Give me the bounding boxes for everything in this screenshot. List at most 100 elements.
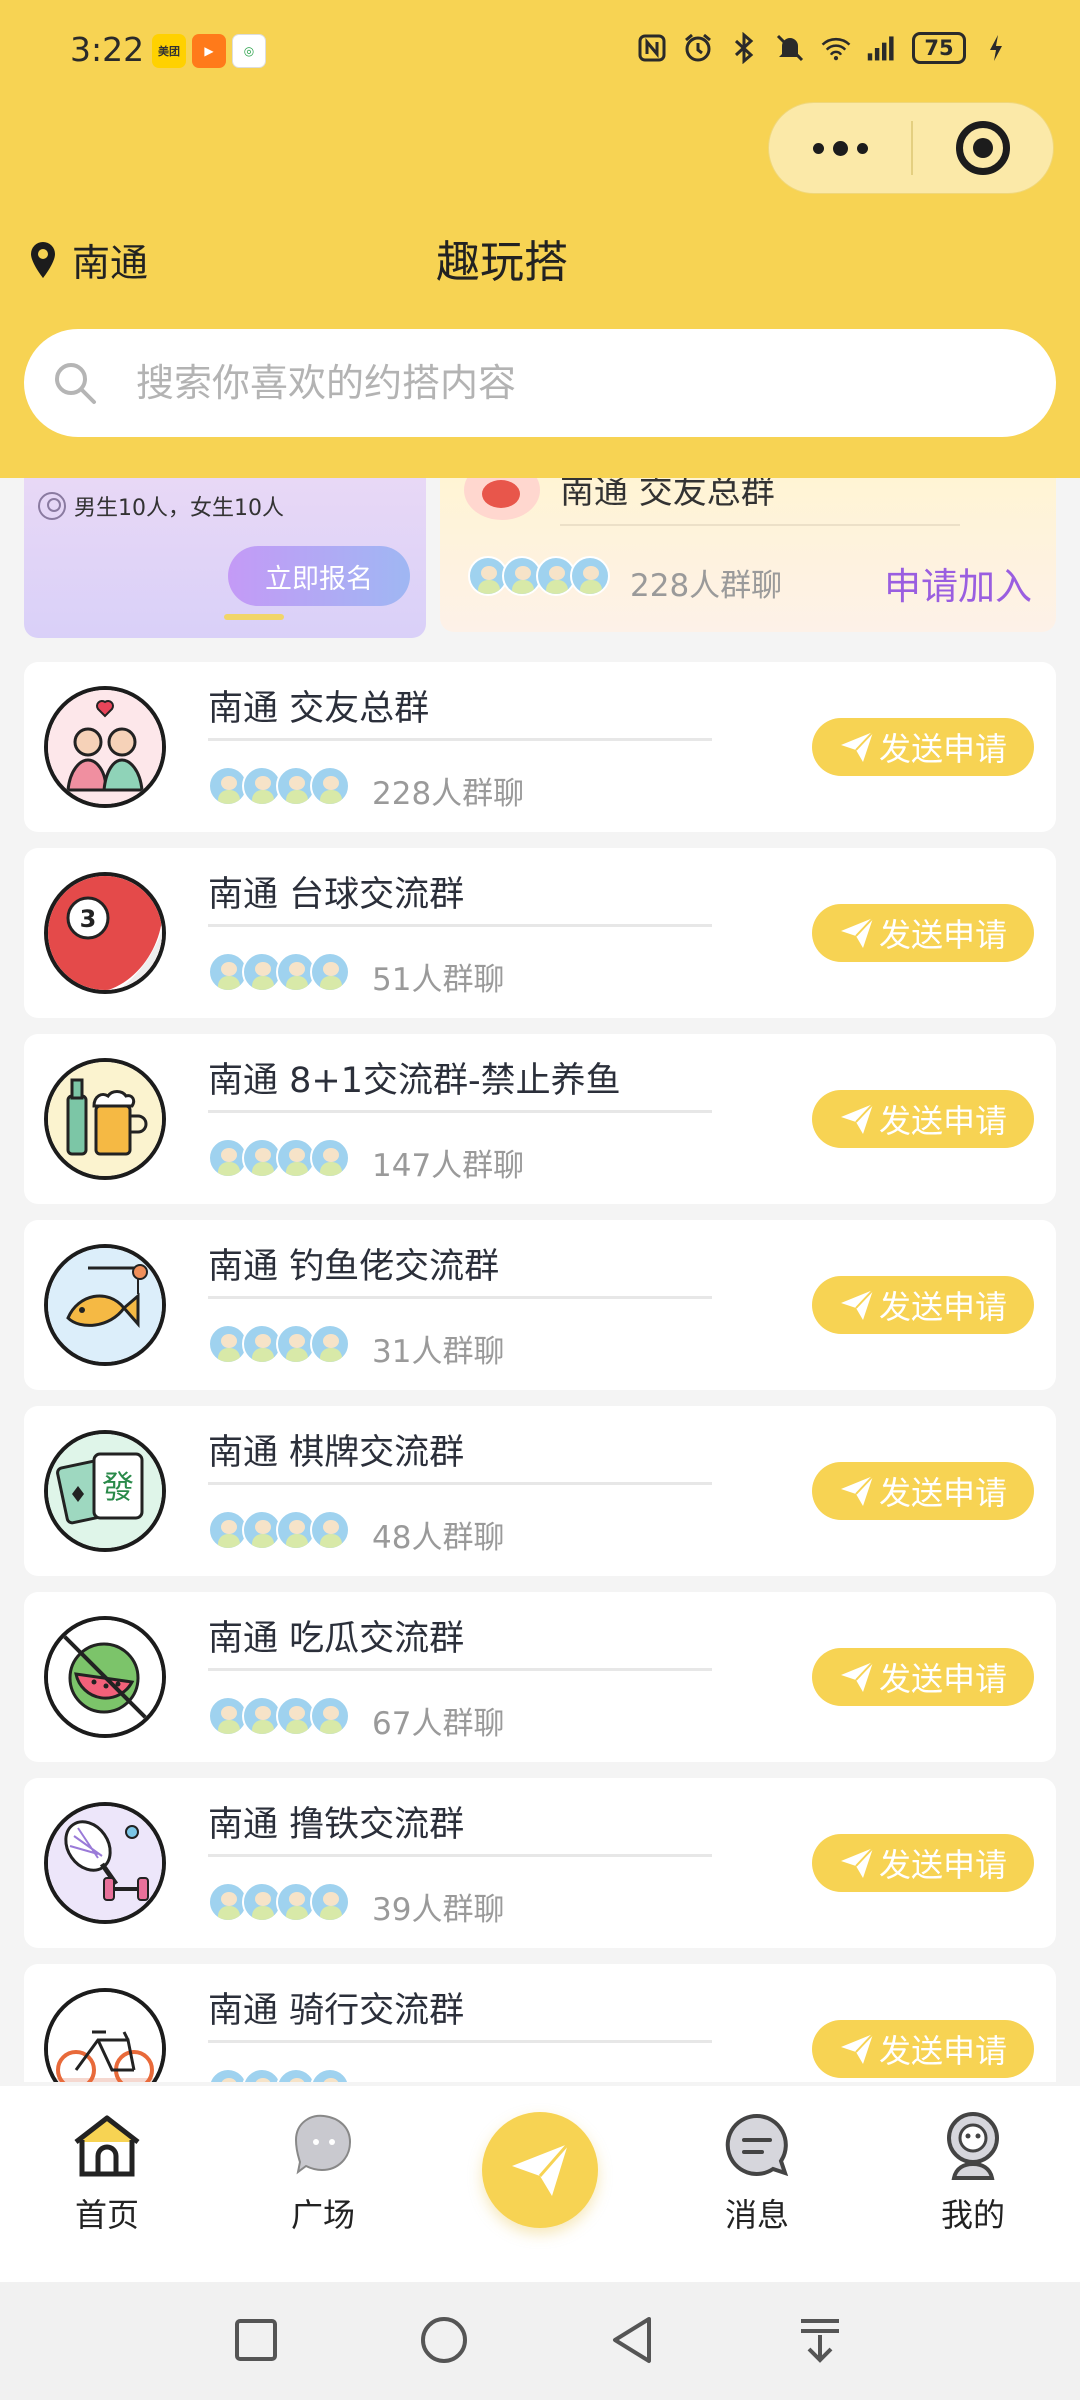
search-input[interactable]	[136, 361, 936, 405]
event-banner-card[interactable]: 男生10人，女生10人 立即报名	[24, 478, 426, 638]
avatar	[276, 2068, 316, 2082]
send-icon	[840, 1661, 874, 1692]
tab-messages-label: 消息	[724, 2196, 789, 2234]
member-count: 228人群聊	[372, 776, 525, 812]
send-request-label: 发送申请	[878, 1102, 1007, 1140]
list-item[interactable]: 南通 8+1交流群-禁止养鱼 147人群聊 发送申请	[24, 1034, 1056, 1204]
header: 3:22 美团 ▶ ◎ 75 南通 趣玩搭 搜索你喜欢的约搭内容	[0, 0, 1080, 478]
publish-button[interactable]	[482, 2112, 598, 2228]
home-icon	[68, 2106, 146, 2184]
square-icon	[284, 2106, 362, 2184]
send-request-label: 发送申请	[878, 1474, 1007, 1512]
send-icon	[840, 1847, 874, 1878]
tab-square-label: 广场	[290, 2196, 355, 2234]
send-request-button[interactable]: 发送申请	[812, 1834, 1034, 1892]
page-title: 趣玩搭	[436, 237, 568, 288]
notification-pull-button[interactable]	[790, 2310, 850, 2370]
send-request-button[interactable]: 发送申请	[812, 2020, 1034, 2078]
send-icon	[840, 731, 874, 762]
square-nav-icon	[235, 2319, 277, 2361]
carousel-indicator	[224, 614, 284, 620]
send-request-button[interactable]: 发送申请	[812, 1462, 1034, 1520]
avatar	[310, 952, 350, 992]
send-request-button[interactable]: 发送申请	[812, 1090, 1034, 1148]
avatar	[310, 1510, 350, 1550]
beer-icon	[44, 1058, 166, 1180]
china-mobile-icon: ◎	[232, 34, 266, 68]
send-request-button[interactable]: 发送申请	[812, 904, 1034, 962]
featured-group-count: 228人群聊	[630, 568, 783, 604]
bluetooth-icon	[728, 32, 760, 64]
divider	[208, 1110, 712, 1113]
tab-mine[interactable]: 我的	[898, 2106, 1048, 2236]
back-nav-button[interactable]	[602, 2310, 662, 2370]
avatar	[310, 1138, 350, 1178]
recent-apps-button[interactable]	[226, 2310, 286, 2370]
member-avatars	[208, 1510, 350, 1550]
group-name: 南通 棋牌交流群	[208, 1433, 465, 1473]
member-avatars	[208, 2068, 350, 2082]
close-mini-program-button[interactable]	[913, 121, 1053, 175]
list-item[interactable]: 南通 交友总群 228人群聊 发送申请	[24, 662, 1056, 832]
tab-messages[interactable]: 消息	[682, 2106, 832, 2236]
send-icon	[840, 2033, 874, 2064]
member-count: 48人群聊	[372, 1520, 505, 1556]
divider	[208, 1854, 712, 1857]
send-request-button[interactable]: 发送申请	[812, 718, 1034, 776]
search-icon	[55, 363, 96, 404]
list-item[interactable]: 南通 撸铁交流群 39人群聊 发送申请	[24, 1778, 1056, 1948]
send-icon	[840, 917, 874, 948]
avatar	[310, 1324, 350, 1364]
avatar	[242, 2068, 282, 2082]
search-bar[interactable]	[24, 329, 1056, 437]
signal-icon	[866, 32, 898, 64]
tab-home[interactable]: 首页	[32, 2106, 182, 2236]
bicycle-icon	[44, 1988, 166, 2082]
list-item[interactable]: 發 南通 棋牌交流群 48人群聊 发送申请	[24, 1406, 1056, 1576]
list-item[interactable]: 3 南通 台球交流群 51人群聊 发送申请	[24, 848, 1056, 1018]
list-item[interactable]: 南通 吃瓜交流群 67人群聊 发送申请	[24, 1592, 1056, 1762]
divider	[208, 1668, 712, 1671]
send-request-button[interactable]: 发送申请	[812, 1276, 1034, 1334]
member-avatars	[208, 952, 350, 992]
watermelon-icon	[44, 1616, 166, 1738]
signup-button[interactable]: 立即报名	[228, 546, 410, 606]
send-request-label: 发送申请	[878, 730, 1007, 768]
list-item[interactable]: 南通 钓鱼佬交流群 31人群聊 发送申请	[24, 1220, 1056, 1390]
circle-nav-icon	[421, 2317, 467, 2363]
tab-square[interactable]: 广场	[248, 2106, 398, 2236]
divider	[208, 1296, 712, 1299]
avatar	[570, 556, 610, 596]
member-avatars	[208, 1696, 350, 1736]
more-dot	[832, 140, 848, 156]
group-name: 南通 吃瓜交流群	[208, 1619, 465, 1659]
send-request-label: 发送申请	[878, 916, 1007, 954]
member-avatars	[208, 766, 350, 806]
mute-icon	[774, 32, 806, 64]
home-nav-button[interactable]	[414, 2310, 474, 2370]
more-menu-button[interactable]	[769, 103, 911, 193]
message-icon	[718, 2106, 796, 2184]
send-icon	[840, 1103, 874, 1134]
nfc-icon	[636, 32, 668, 64]
group-name: 南通 撸铁交流群	[208, 1805, 465, 1845]
send-request-button[interactable]: 发送申请	[812, 1648, 1034, 1706]
fitness-icon	[44, 1802, 166, 1924]
featured-group-card[interactable]: 南通 交友总群 228人群聊 申请加入	[440, 478, 1056, 632]
divider	[208, 1482, 712, 1485]
join-group-button[interactable]: 申请加入	[884, 556, 1032, 610]
status-bar: 3:22 美团 ▶ ◎ 75	[0, 0, 1080, 104]
divider	[208, 2040, 712, 2043]
svg-text:3: 3	[80, 905, 97, 933]
group-name: 南通 交友总群	[208, 689, 430, 729]
friends-icon	[44, 686, 166, 808]
wifi-icon	[820, 32, 852, 64]
group-icon	[464, 478, 540, 520]
gender-text: 男生10人，女生10人	[74, 496, 284, 521]
send-icon	[840, 1289, 874, 1320]
member-avatars	[208, 1882, 350, 1922]
member-count: 31人群聊	[372, 1334, 505, 1370]
fishing-icon	[44, 1244, 166, 1366]
list-item[interactable]: 南通 骑行交流群 发送申请	[24, 1964, 1056, 2082]
battery-indicator: 75	[912, 32, 966, 64]
